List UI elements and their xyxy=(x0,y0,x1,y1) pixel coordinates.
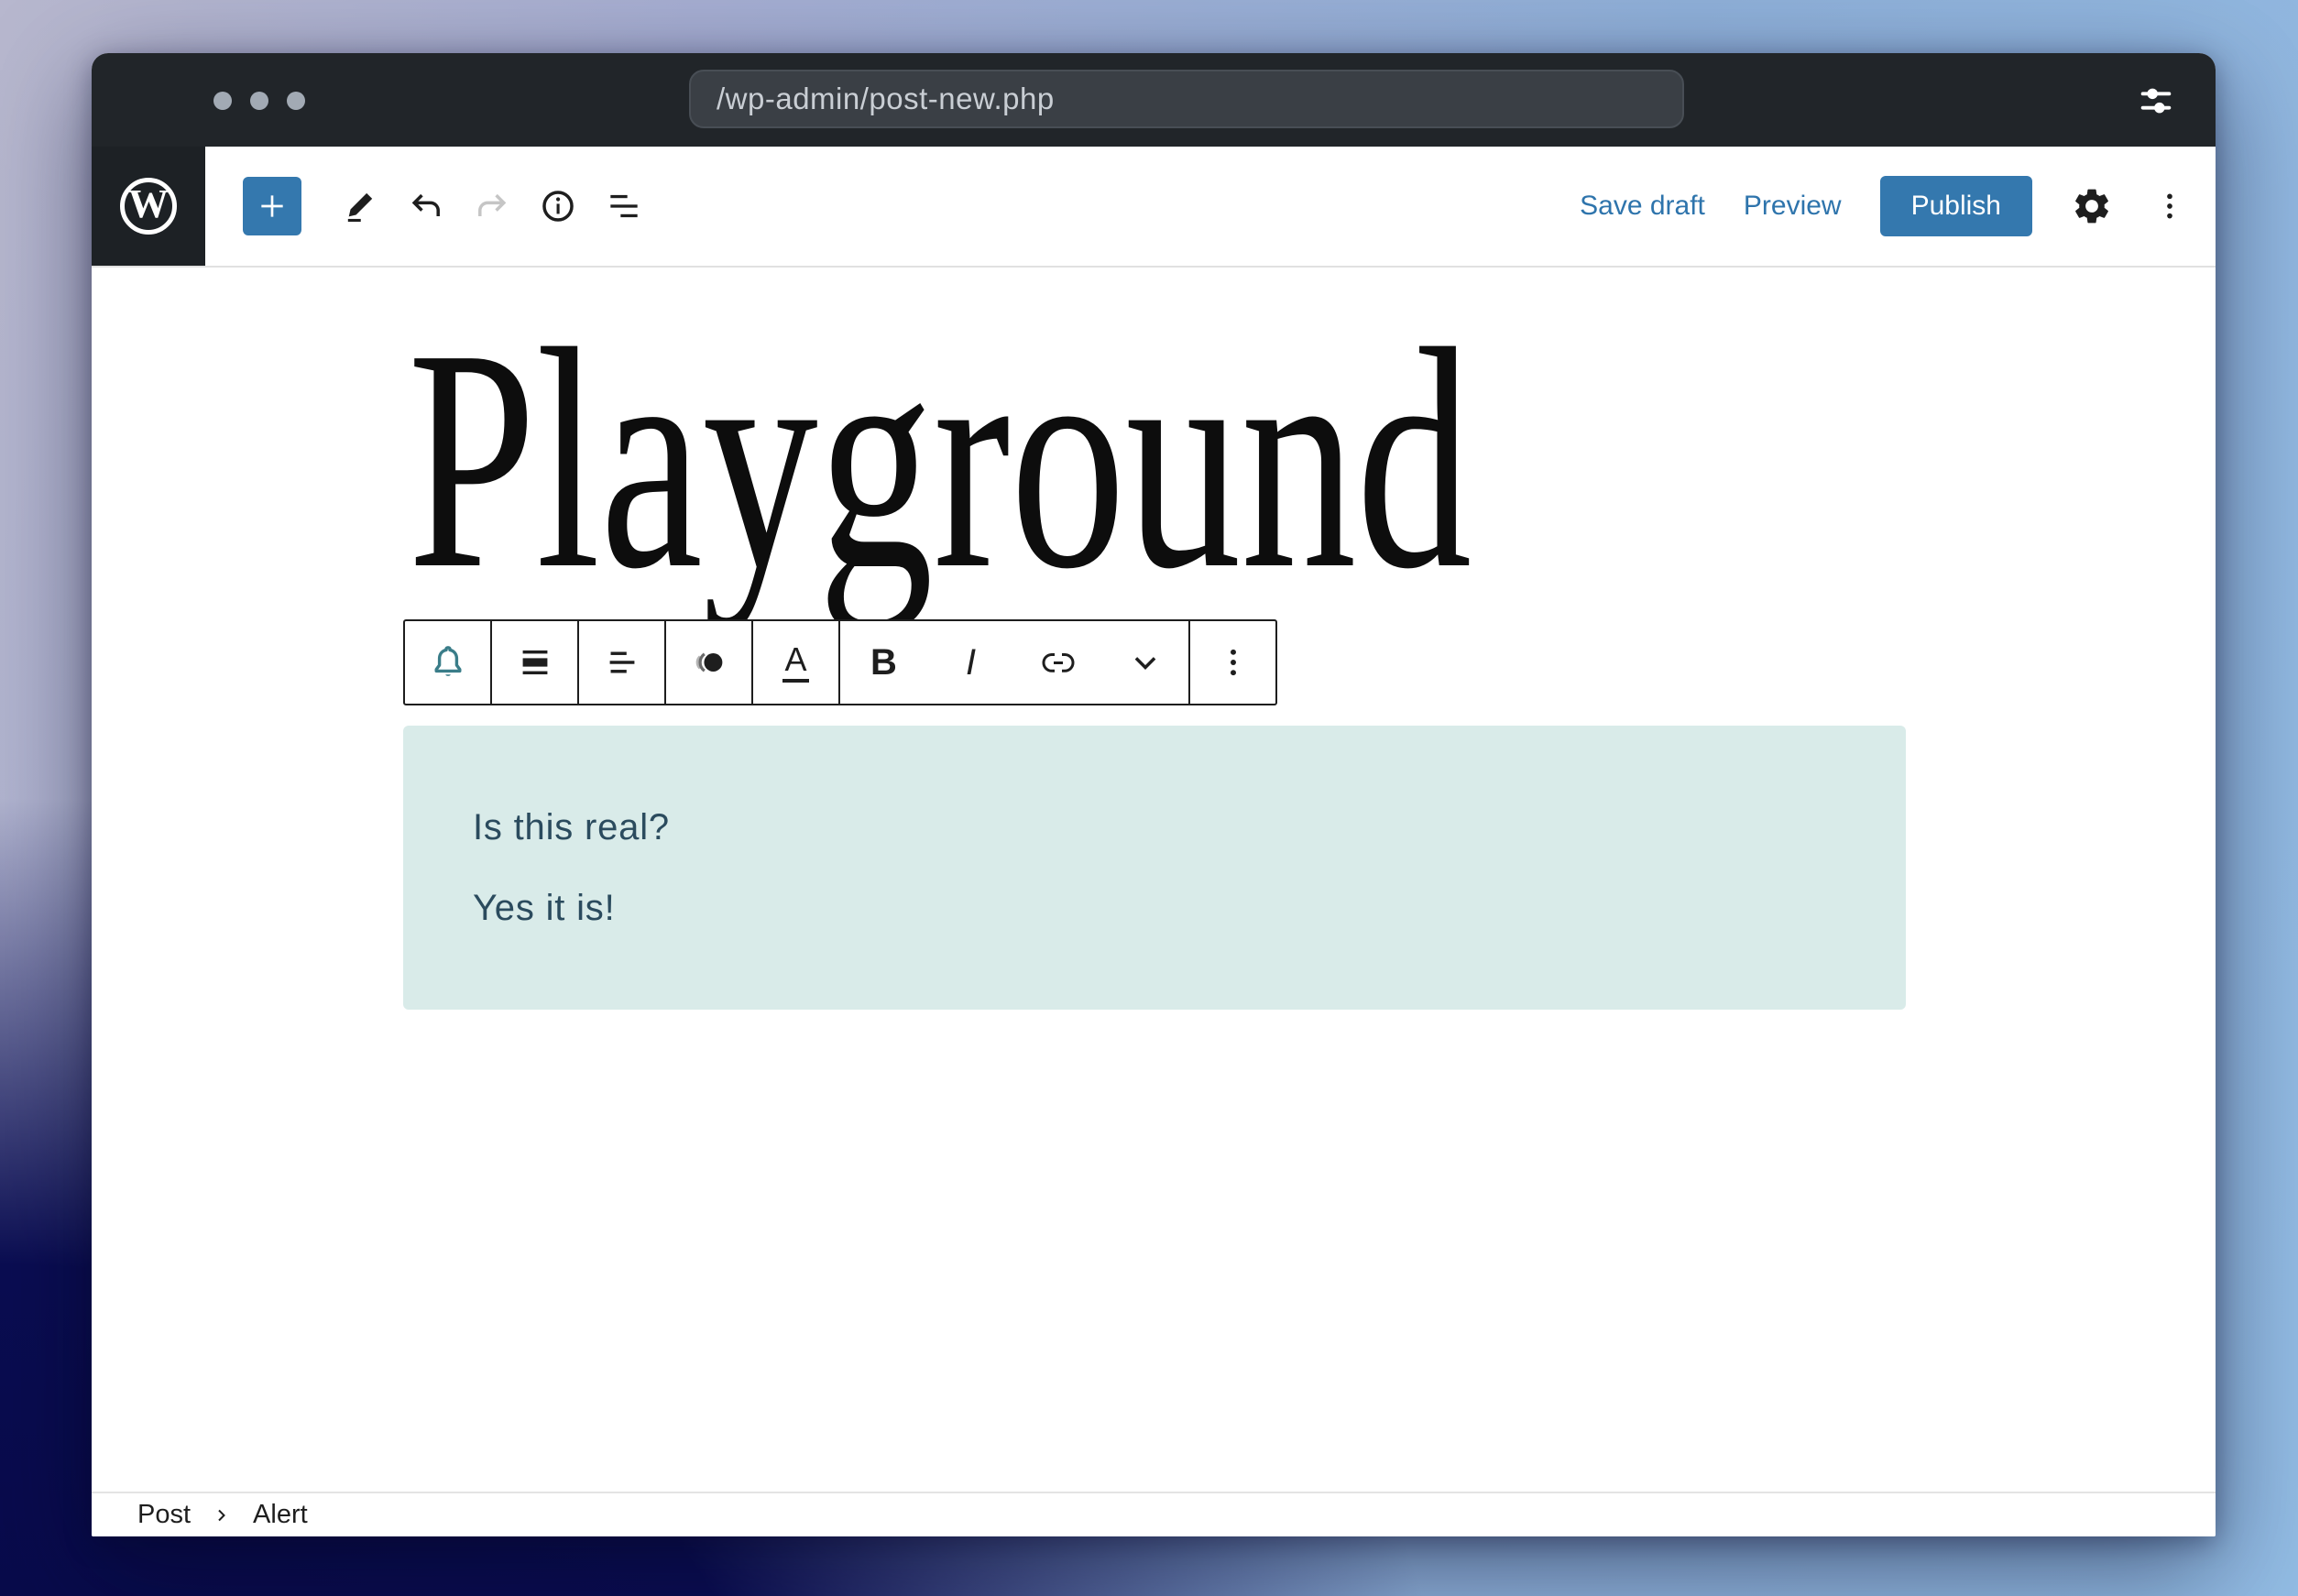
text-color-icon: A xyxy=(782,642,809,683)
bold-button[interactable]: B xyxy=(840,621,927,704)
block-align-button[interactable] xyxy=(492,621,579,704)
block-inserter-button[interactable] xyxy=(243,177,301,235)
undo-button[interactable] xyxy=(397,177,455,235)
block-options-button[interactable] xyxy=(1188,621,1275,704)
list-view-button[interactable] xyxy=(595,177,653,235)
text-align-icon xyxy=(609,651,634,673)
block-toolbar: A B I xyxy=(403,619,1277,705)
post-title-field[interactable]: Playground xyxy=(408,301,1472,618)
options-menu-button[interactable] xyxy=(2151,188,2188,224)
more-rich-text-button[interactable] xyxy=(1101,621,1188,704)
window-control-dot[interactable] xyxy=(213,92,232,110)
info-icon xyxy=(542,191,574,222)
address-bar-url: /wp-admin/post-new.php xyxy=(717,82,1055,115)
block-align-icon xyxy=(522,650,547,675)
block-switcher-button[interactable] xyxy=(405,621,492,704)
link-icon xyxy=(1041,653,1075,672)
editor-canvas: Playground A B I Is this real? Yes it is… xyxy=(92,268,2216,1492)
bold-icon: B xyxy=(870,642,897,683)
window-control-dot[interactable] xyxy=(287,92,305,110)
browser-titlebar: /wp-admin/post-new.php xyxy=(92,53,2216,147)
contrast-style-button[interactable] xyxy=(666,621,753,704)
pencil-icon xyxy=(347,192,373,223)
browser-window: /wp-admin/post-new.php W Save draft Prev… xyxy=(92,53,2216,1536)
list-view-icon xyxy=(610,194,638,218)
editor-actions-group: Save draft Preview Publish xyxy=(1580,147,2188,266)
redo-icon xyxy=(478,193,507,216)
tools-button[interactable] xyxy=(331,177,389,235)
plus-icon xyxy=(261,195,283,217)
details-button[interactable] xyxy=(529,177,587,235)
alert-text-line[interactable]: Is this real? xyxy=(473,804,1851,850)
editor-tools-group xyxy=(243,147,657,266)
wordpress-logo-letter: W xyxy=(128,181,169,226)
text-align-button[interactable] xyxy=(579,621,666,704)
bell-icon xyxy=(434,646,461,676)
window-controls xyxy=(213,92,305,110)
chevron-down-icon xyxy=(1134,657,1155,670)
alert-text-line[interactable]: Yes it is! xyxy=(473,885,1851,931)
editor-header: W Save draft Preview Publish xyxy=(92,147,2216,268)
save-draft-button[interactable]: Save draft xyxy=(1580,191,1705,222)
gear-icon xyxy=(2075,189,2108,224)
italic-icon: I xyxy=(965,642,977,683)
redo-button[interactable] xyxy=(463,177,521,235)
browser-settings-button[interactable] xyxy=(2135,80,2177,122)
sliders-icon xyxy=(2140,88,2172,114)
contrast-icon xyxy=(695,652,722,672)
kebab-menu-icon xyxy=(1230,649,1236,676)
chevron-right-icon xyxy=(218,1509,225,1521)
breadcrumb-post[interactable]: Post xyxy=(137,1500,191,1530)
italic-button[interactable]: I xyxy=(927,621,1014,704)
alert-block[interactable]: Is this real? Yes it is! xyxy=(403,726,1906,1010)
address-bar[interactable]: /wp-admin/post-new.php xyxy=(689,70,1684,128)
breadcrumb-alert[interactable]: Alert xyxy=(253,1500,308,1530)
publish-button[interactable]: Publish xyxy=(1879,176,2032,236)
text-color-button[interactable]: A xyxy=(753,621,840,704)
preview-button[interactable]: Preview xyxy=(1744,191,1842,222)
link-button[interactable] xyxy=(1014,621,1101,704)
settings-button[interactable] xyxy=(2071,185,2113,227)
wordpress-logo-icon: W xyxy=(120,178,177,235)
wordpress-logo[interactable]: W xyxy=(92,147,205,266)
window-control-dot[interactable] xyxy=(250,92,268,110)
breadcrumb: Post Alert xyxy=(92,1492,2216,1536)
kebab-menu-icon xyxy=(2167,193,2172,219)
undo-icon xyxy=(411,193,440,216)
